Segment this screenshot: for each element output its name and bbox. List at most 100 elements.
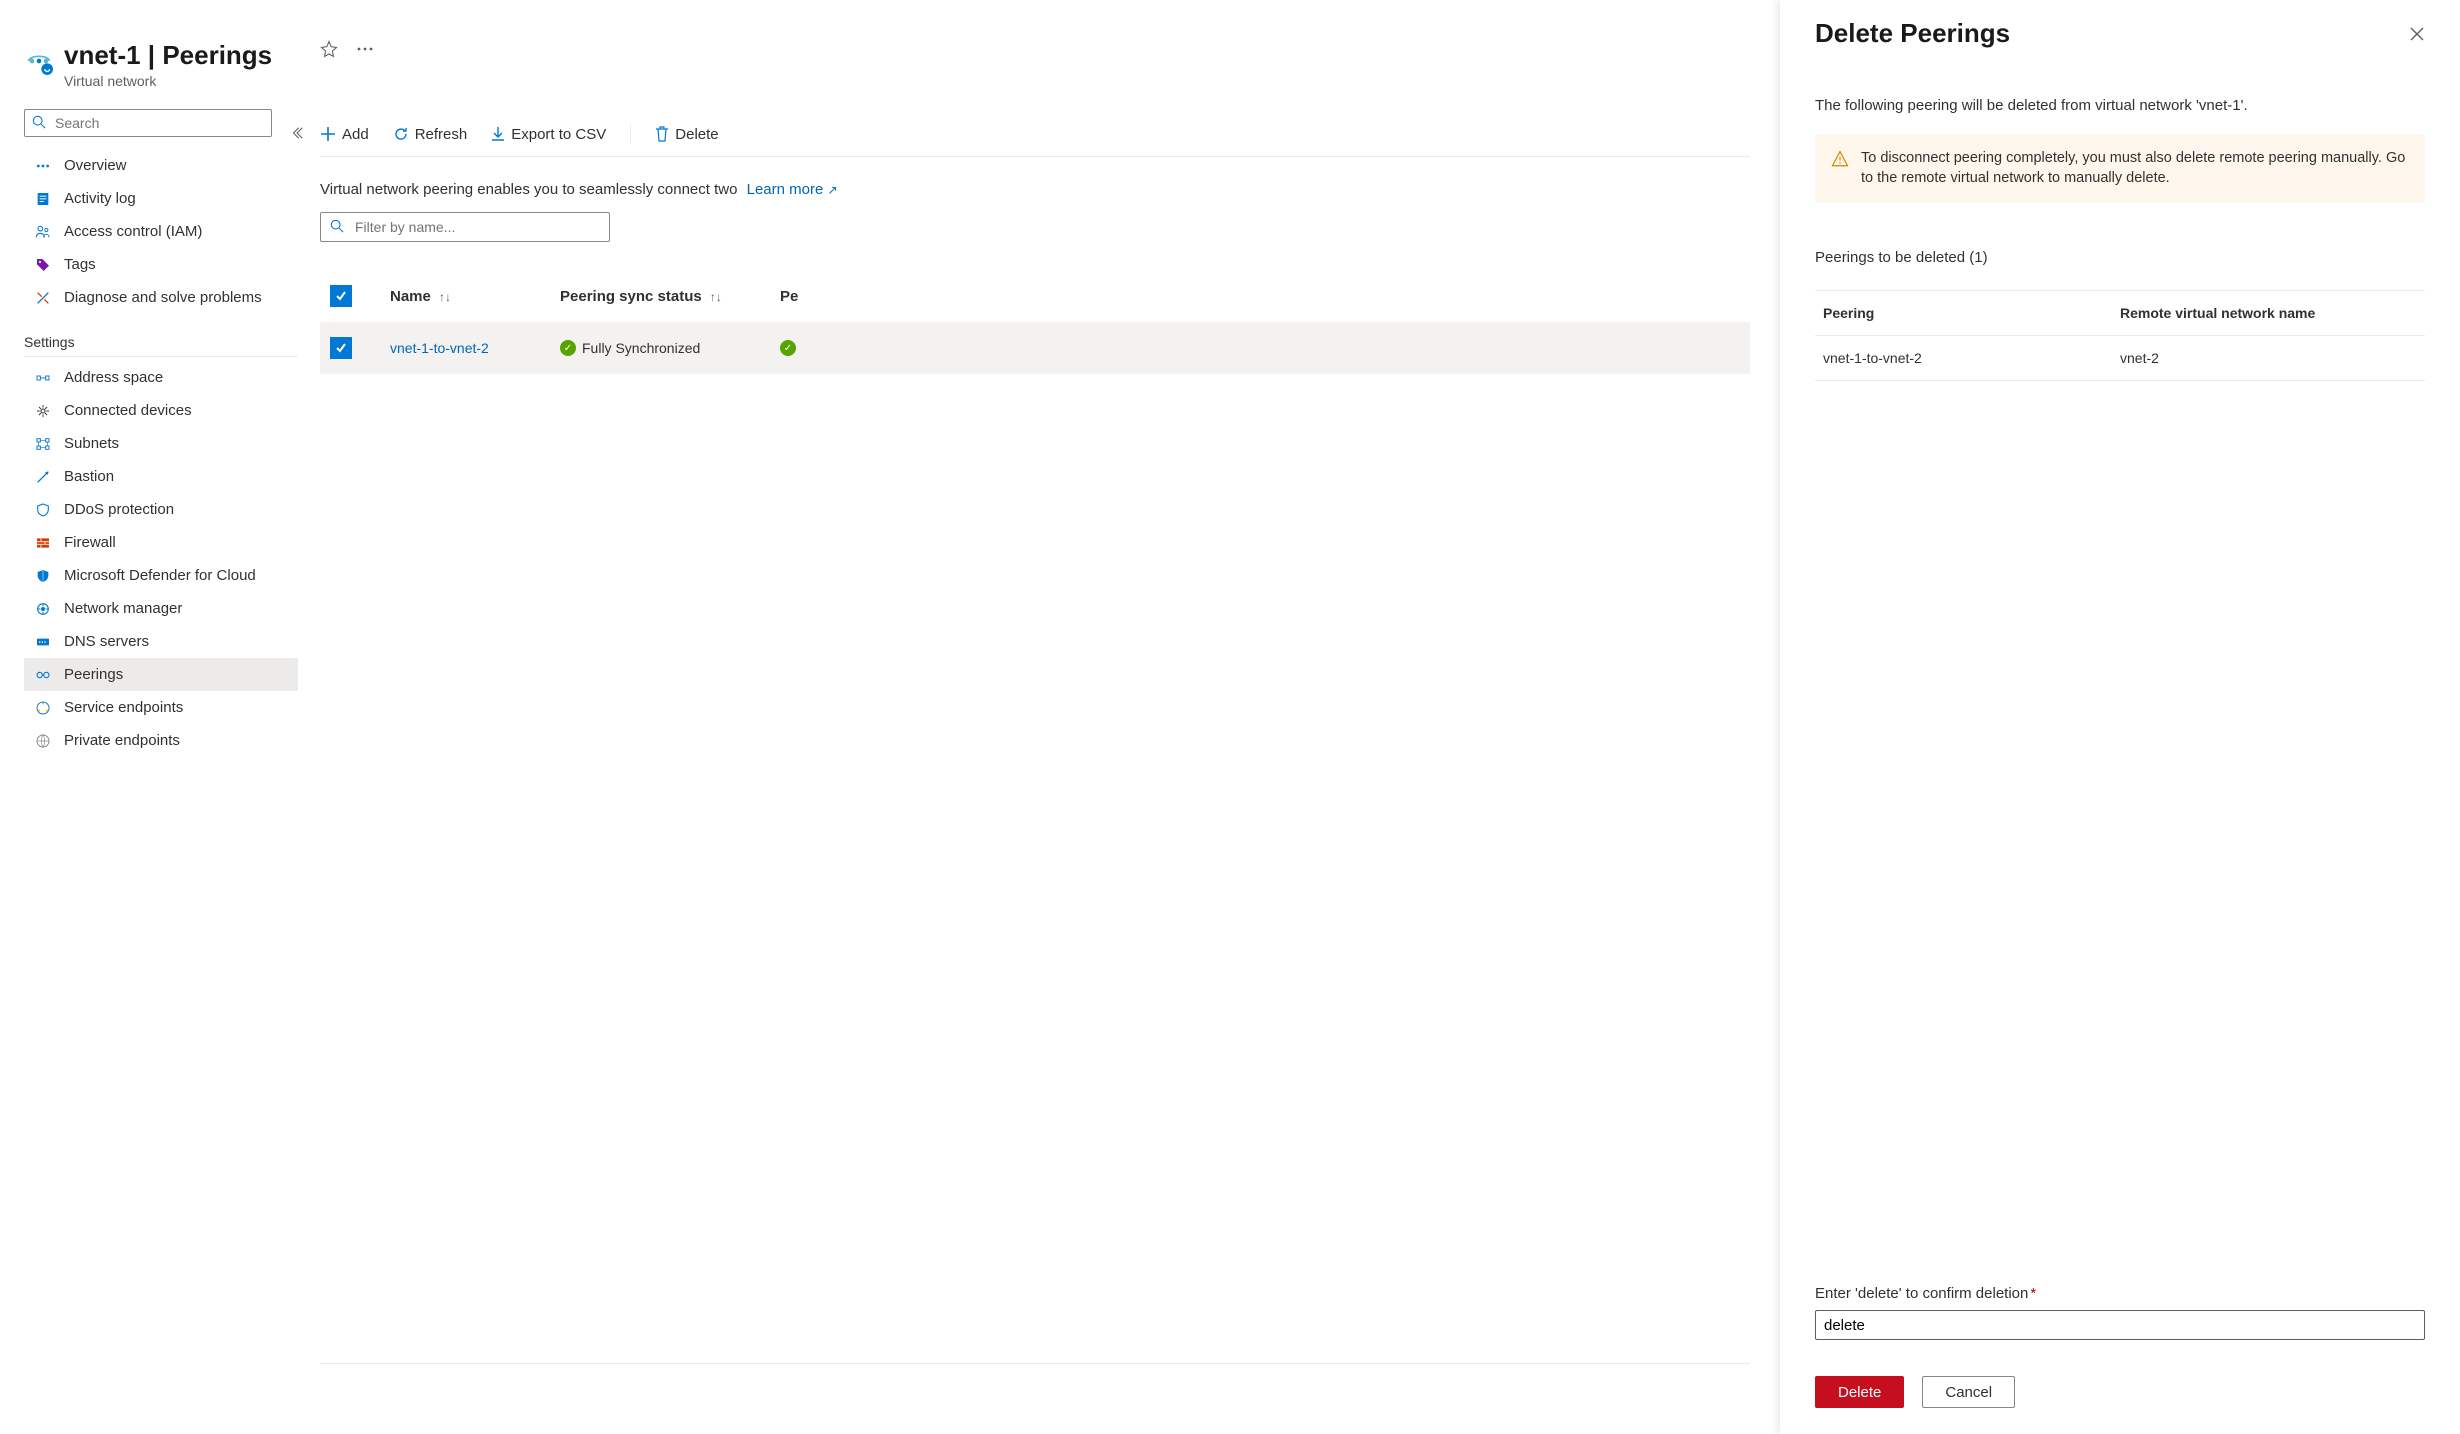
- sidebar-item-dns-servers[interactable]: DNS servers: [24, 625, 298, 658]
- confirm-delete-input[interactable]: [1815, 1310, 2425, 1340]
- resource-type-label: Virtual network: [64, 73, 272, 89]
- sidebar-item-label: Network manager: [64, 600, 182, 617]
- delete-button-label: Delete: [675, 126, 718, 143]
- filter-input[interactable]: [320, 212, 610, 242]
- address-space-icon: [34, 370, 52, 386]
- settings-section-label: Settings: [24, 334, 298, 357]
- sidebar-search-input[interactable]: [24, 109, 272, 137]
- sidebar-item-connected-devices[interactable]: Connected devices: [24, 394, 298, 427]
- favorite-star-icon[interactable]: [320, 40, 338, 58]
- select-all-checkbox[interactable]: [330, 285, 352, 307]
- sidebar-item-diagnose-and-solve-problems[interactable]: Diagnose and solve problems: [24, 281, 298, 314]
- sidebar-item-network-manager[interactable]: Network manager: [24, 592, 298, 625]
- vnet-icon: [34, 158, 52, 174]
- tags-icon: [34, 257, 52, 273]
- export-csv-button[interactable]: Export to CSV: [491, 126, 606, 143]
- ddos-icon: [34, 502, 52, 518]
- confirm-delete-button[interactable]: Delete: [1815, 1376, 1904, 1408]
- sidebar-item-label: Subnets: [64, 435, 119, 452]
- delete-table: Peering Remote virtual network name vnet…: [1815, 290, 2425, 381]
- sidebar-item-label: Peerings: [64, 666, 123, 683]
- delete-button[interactable]: Delete: [655, 126, 718, 143]
- col-tail: Pe: [780, 288, 840, 305]
- plus-icon: [320, 126, 336, 142]
- activity-log-icon: [34, 191, 52, 207]
- resource-header: vnet-1 | Peerings Virtual network: [24, 40, 298, 89]
- toolbar-divider: [630, 124, 631, 144]
- external-link-icon: ↗: [828, 183, 838, 197]
- sidebar-item-label: Tags: [64, 256, 96, 273]
- more-actions-icon[interactable]: [356, 46, 374, 52]
- content-divider: [320, 1363, 1750, 1364]
- private-endpoints-icon: [34, 733, 52, 749]
- resource-sidebar: vnet-1 | Peerings Virtual network Overvi…: [0, 0, 310, 1434]
- sidebar-search: [24, 109, 298, 137]
- page-title: vnet-1 | Peerings: [64, 40, 272, 71]
- sidebar-item-microsoft-defender-for-cloud[interactable]: Microsoft Defender for Cloud: [24, 559, 298, 592]
- close-icon[interactable]: [2409, 26, 2425, 42]
- sidebar-item-tags[interactable]: Tags: [24, 248, 298, 281]
- delete-peerings-panel: Delete Peerings The following peering wi…: [1780, 0, 2460, 1434]
- delete-table-row: vnet-1-to-vnet-2 vnet-2: [1815, 336, 2425, 381]
- sidebar-item-overview[interactable]: Overview: [24, 149, 298, 182]
- sync-status-cell: ✓ Fully Synchronized: [560, 340, 780, 356]
- cancel-button[interactable]: Cancel: [1922, 1376, 2015, 1408]
- sort-icon: ↑↓: [710, 290, 722, 304]
- sidebar-item-label: Bastion: [64, 468, 114, 485]
- sidebar-item-label: Firewall: [64, 534, 116, 551]
- sidebar-item-subnets[interactable]: Subnets: [24, 427, 298, 460]
- required-asterisk: *: [2030, 1285, 2036, 1302]
- access-control-icon: [34, 224, 52, 240]
- resource-name: vnet-1: [64, 40, 141, 70]
- learn-more-link[interactable]: Learn more ↗: [747, 181, 838, 198]
- main-content: Add Refresh Export to CSV Delete Virtual…: [310, 0, 1780, 1434]
- row-checkbox[interactable]: [330, 337, 352, 359]
- network-manager-icon: [34, 601, 52, 617]
- section-name: Peerings: [162, 40, 272, 70]
- refresh-button-label: Refresh: [415, 126, 468, 143]
- sidebar-item-label: Diagnose and solve problems: [64, 289, 262, 306]
- download-icon: [491, 126, 505, 142]
- sidebar-item-firewall[interactable]: Firewall: [24, 526, 298, 559]
- service-endpoints-icon: [34, 700, 52, 716]
- col-name[interactable]: Name ↑↓: [390, 288, 560, 305]
- refresh-button[interactable]: Refresh: [393, 126, 468, 143]
- sidebar-item-address-space[interactable]: Address space: [24, 361, 298, 394]
- delete-table-header: Peering Remote virtual network name: [1815, 290, 2425, 336]
- panel-title: Delete Peerings: [1815, 18, 2409, 49]
- sidebar-item-bastion[interactable]: Bastion: [24, 460, 298, 493]
- sidebar-item-label: Address space: [64, 369, 163, 386]
- warning-banner: To disconnect peering completely, you mu…: [1815, 134, 2425, 203]
- sidebar-item-label: Activity log: [64, 190, 136, 207]
- warning-icon: [1831, 150, 1849, 189]
- sidebar-item-label: DDoS protection: [64, 501, 174, 518]
- export-button-label: Export to CSV: [511, 126, 606, 143]
- delete-count-label: Peerings to be deleted (1): [1815, 249, 2425, 266]
- sidebar-item-access-control-iam-[interactable]: Access control (IAM): [24, 215, 298, 248]
- add-button-label: Add: [342, 126, 369, 143]
- peering-name-link[interactable]: vnet-1-to-vnet-2: [390, 340, 560, 356]
- firewall-icon: [34, 535, 52, 551]
- peerings-icon: [34, 667, 52, 683]
- table-header: Name ↑↓ Peering sync status ↑↓ Pe: [320, 270, 1750, 322]
- sidebar-item-label: Microsoft Defender for Cloud: [64, 567, 256, 584]
- refresh-icon: [393, 126, 409, 142]
- command-bar: Add Refresh Export to CSV Delete: [320, 124, 1750, 157]
- subnets-icon: [34, 436, 52, 452]
- vnet-resource-icon: [24, 46, 54, 76]
- diagnose-icon: [34, 290, 52, 306]
- col-sync[interactable]: Peering sync status ↑↓: [560, 288, 780, 305]
- sidebar-item-peerings[interactable]: Peerings: [24, 658, 298, 691]
- warning-text: To disconnect peering completely, you mu…: [1861, 148, 2409, 189]
- peerings-table: Name ↑↓ Peering sync status ↑↓ Pe vnet-1…: [320, 270, 1750, 374]
- sidebar-collapse-button[interactable]: [290, 126, 304, 140]
- check-circle-icon: ✓: [780, 340, 796, 356]
- sidebar-item-activity-log[interactable]: Activity log: [24, 182, 298, 215]
- sidebar-item-service-endpoints[interactable]: Service endpoints: [24, 691, 298, 724]
- trash-icon: [655, 126, 669, 142]
- sidebar-item-label: Connected devices: [64, 402, 192, 419]
- col-peering: Peering: [1823, 305, 2120, 321]
- add-button[interactable]: Add: [320, 126, 369, 143]
- sidebar-item-ddos-protection[interactable]: DDoS protection: [24, 493, 298, 526]
- sidebar-item-private-endpoints[interactable]: Private endpoints: [24, 724, 298, 757]
